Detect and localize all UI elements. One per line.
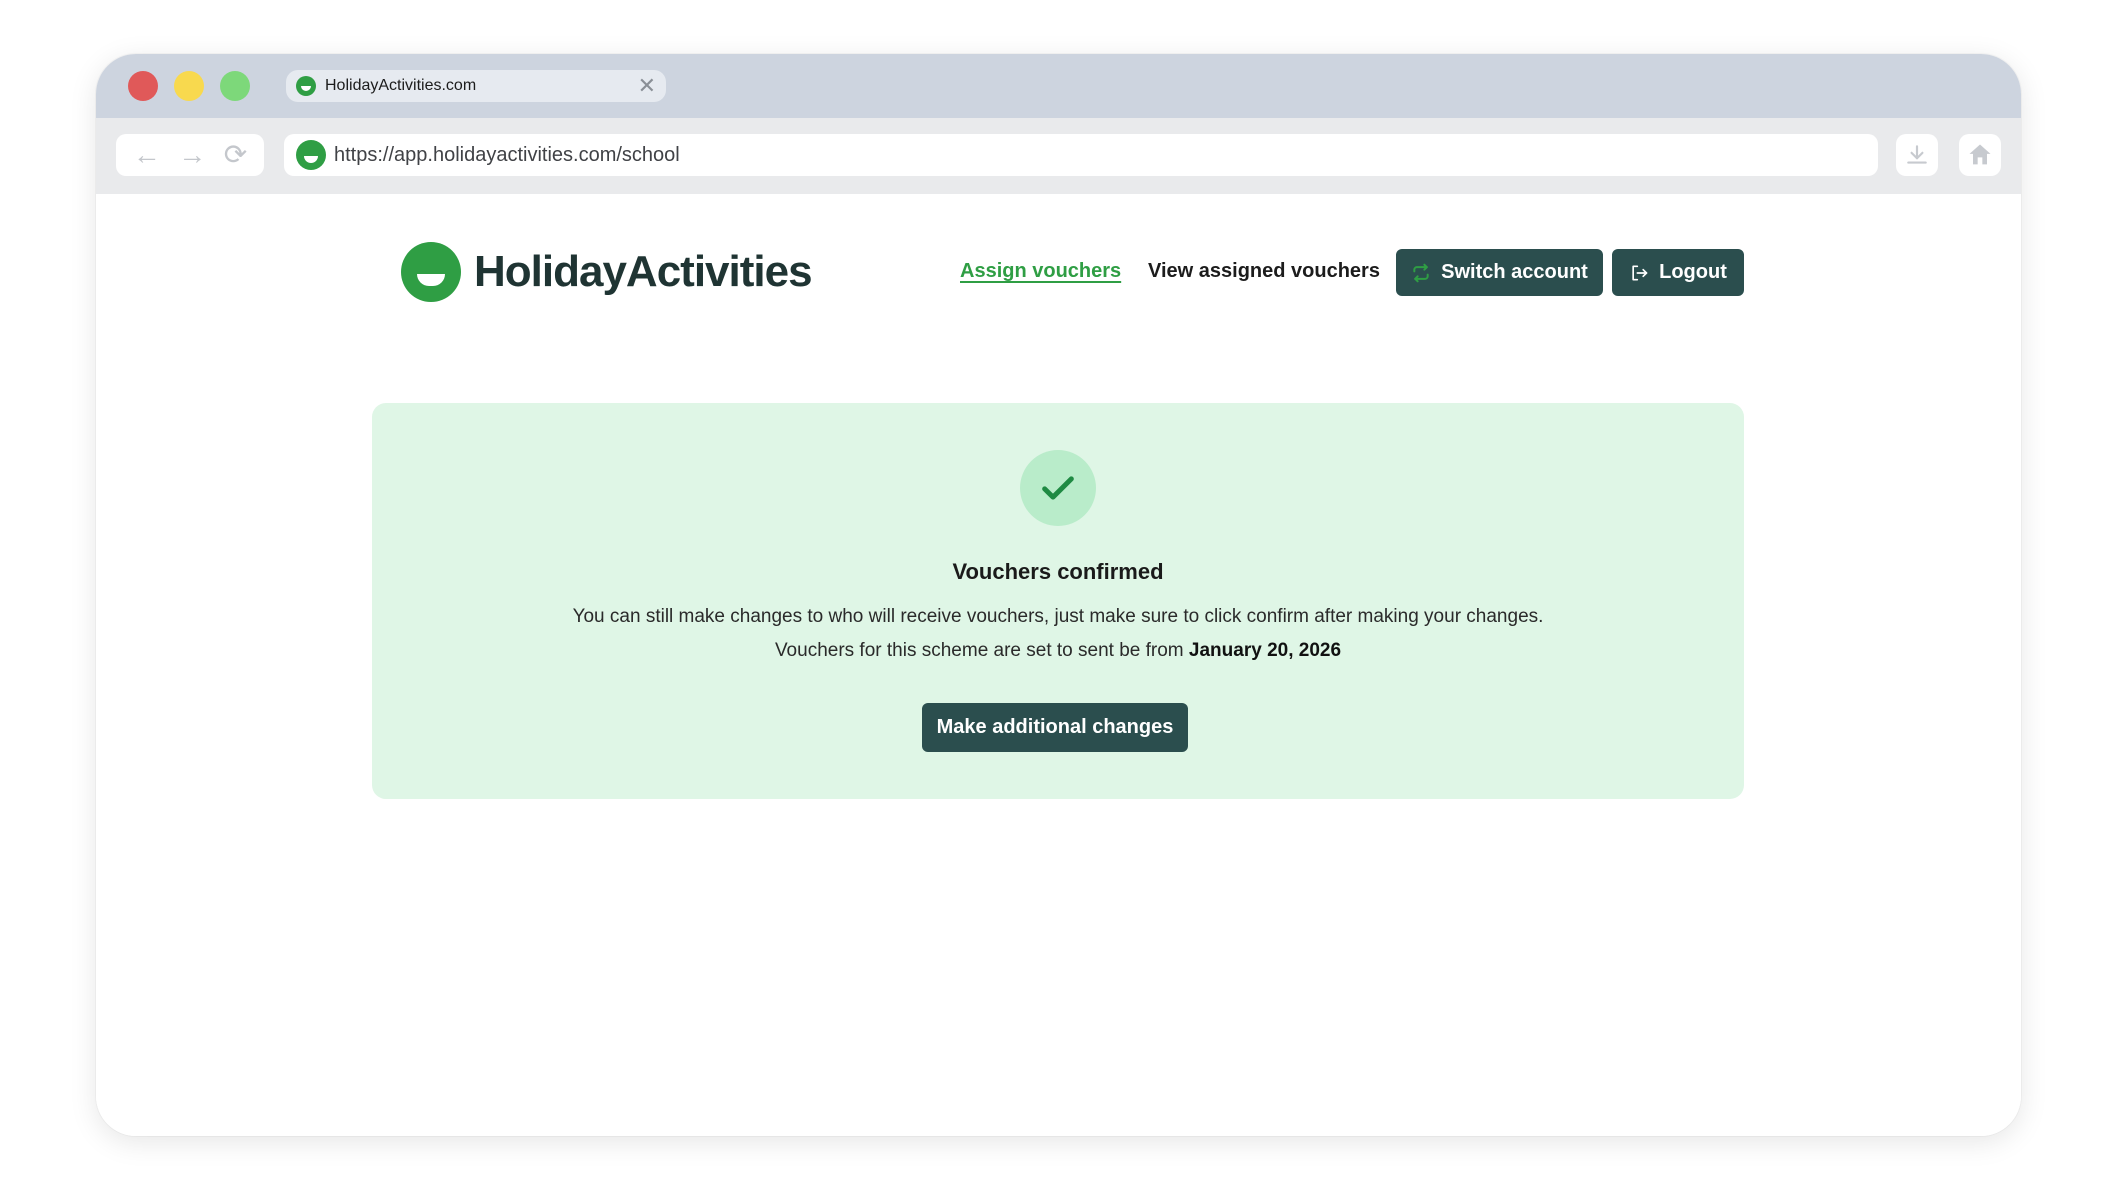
checkmark-icon — [1020, 450, 1096, 526]
browser-window: HolidayActivities.com ✕ ← → ⟳ https://ap… — [96, 54, 2021, 1136]
url-text[interactable]: https://app.holidayactivities.com/school — [334, 144, 680, 167]
page-content: HolidayActivities Assign vouchers View a… — [96, 194, 2021, 1136]
holidayactivities-favicon-icon — [296, 76, 316, 96]
browser-tab[interactable]: HolidayActivities.com ✕ — [286, 70, 666, 102]
confirmation-panel: Vouchers confirmed You can still make ch… — [372, 403, 1744, 799]
schedule-line: Vouchers for this scheme are set to sent… — [372, 640, 1744, 662]
make-additional-changes-button[interactable]: Make additional changes — [922, 703, 1188, 752]
schedule-date: January 20, 2026 — [1188, 640, 1342, 661]
logout-button[interactable]: Logout — [1612, 249, 1744, 296]
reload-icon[interactable]: ⟳ — [224, 141, 247, 169]
maximize-window-button[interactable] — [220, 71, 250, 101]
close-window-button[interactable] — [128, 71, 158, 101]
home-button[interactable] — [1959, 134, 2001, 176]
browser-titlebar: HolidayActivities.com ✕ — [96, 54, 2021, 118]
logout-icon — [1629, 263, 1649, 283]
back-arrow-icon[interactable]: ← — [133, 141, 161, 169]
nav-assign-vouchers[interactable]: Assign vouchers — [960, 260, 1121, 283]
address-bar[interactable]: https://app.holidayactivities.com/school — [284, 134, 1878, 176]
confirmation-message: You can still make changes to who will r… — [572, 606, 1544, 627]
schedule-prefix: Vouchers for this scheme are set to sent… — [774, 640, 1189, 661]
forward-arrow-icon[interactable]: → — [178, 141, 206, 169]
tab-title: HolidayActivities.com — [325, 77, 477, 94]
confirmation-title: Vouchers confirmed — [952, 559, 1164, 584]
site-favicon-icon — [296, 140, 326, 170]
download-button[interactable] — [1896, 134, 1938, 176]
home-icon — [1969, 144, 1991, 165]
browser-toolbar: ← → ⟳ https://app.holidayactivities.com/… — [96, 118, 2021, 194]
tab-close-icon[interactable]: ✕ — [638, 74, 656, 98]
browser-nav-buttons: ← → ⟳ — [116, 134, 264, 176]
switch-account-label: Switch account — [1441, 261, 1588, 283]
switch-account-button[interactable]: Switch account — [1396, 249, 1603, 296]
switch-arrows-icon — [1411, 263, 1431, 283]
download-icon — [1907, 145, 1927, 164]
main-nav: Assign vouchers View assigned vouchers S… — [96, 249, 2021, 296]
nav-view-assigned-vouchers[interactable]: View assigned vouchers — [1148, 260, 1380, 283]
minimize-window-button[interactable] — [174, 71, 204, 101]
logout-label: Logout — [1659, 261, 1727, 283]
